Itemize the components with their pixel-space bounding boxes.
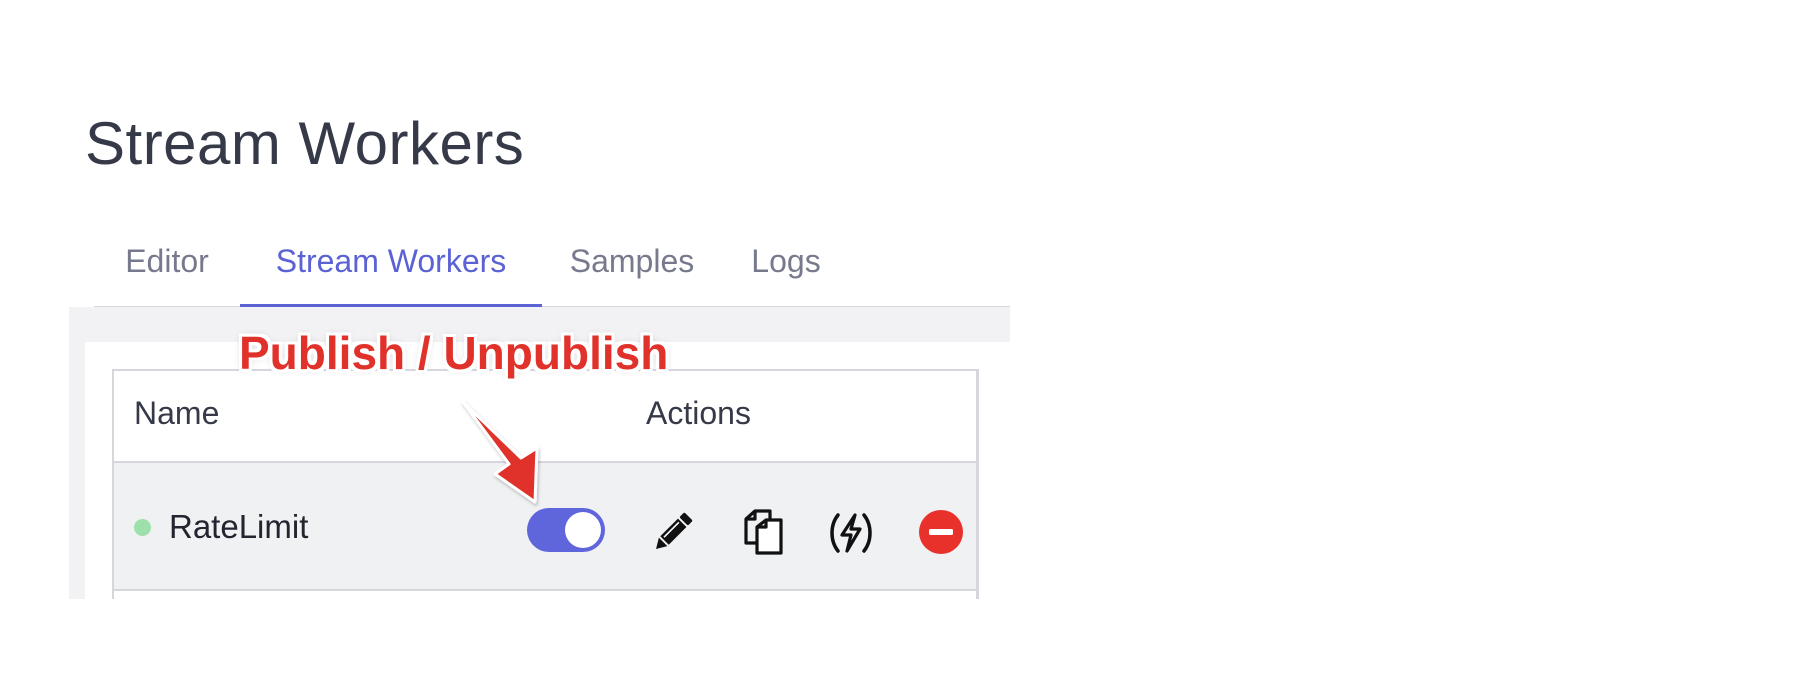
trigger-button[interactable] [826,507,876,557]
tab-label: Editor [125,243,209,279]
tab-editor[interactable]: Editor [94,232,240,306]
copy-button[interactable] [738,507,788,557]
table-right-border [977,369,979,599]
edit-button[interactable] [648,507,698,557]
toggle-knob [565,512,601,548]
column-header-actions: Actions [646,395,751,431]
pencil-icon [656,512,693,549]
worker-name: RateLimit [169,508,309,545]
remove-icon [919,510,963,554]
column-header-name: Name [134,395,220,431]
tab-logs[interactable]: Logs [722,232,850,306]
lightning-icon [830,513,872,553]
status-indicator [134,519,151,536]
annotation-arrow-icon [461,400,539,504]
delete-button[interactable] [916,507,966,557]
annotation-label: Publish / Unpublish [239,327,669,379]
tab-label: Samples [569,243,695,279]
page-title: Stream Workers [85,110,525,177]
tab-stream-workers[interactable]: Stream Workers [240,232,542,308]
copy-icon [744,509,783,555]
stream-workers-screen: Stream Workers Editor Stream Workers Sam… [0,0,1806,678]
tab-bar: Editor Stream Workers Samples Logs [94,232,1010,308]
tab-label: Logs [751,243,821,279]
tab-samples[interactable]: Samples [542,232,722,306]
tab-label: Stream Workers [275,243,507,279]
